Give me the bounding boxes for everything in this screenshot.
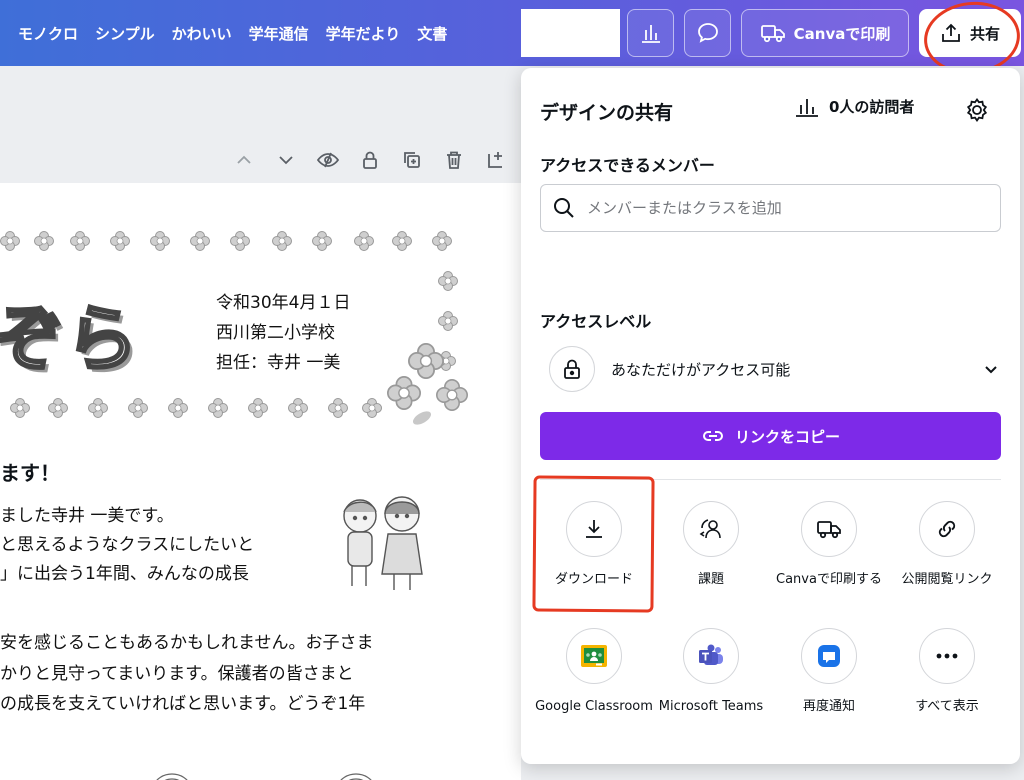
paragraph-line: 」に出会う1年間、みんなの成長 [0, 564, 249, 584]
truck-icon [817, 521, 841, 539]
truck-icon [760, 25, 785, 43]
greeting-heading: ます！ [0, 461, 60, 485]
member-search-input[interactable] [587, 199, 967, 217]
nav-item-simple[interactable]: シンプル [95, 23, 155, 44]
chevron-down-icon[interactable] [274, 148, 298, 172]
template-category-nav: モノクロ シンプル かわいい 学年通信 学年だより 文書 [18, 0, 464, 66]
newsletter-title: ぞら [0, 296, 141, 383]
lock-icon-circle [549, 346, 595, 392]
option-label: すべて表示 [915, 699, 979, 714]
insights-button[interactable] [627, 9, 674, 57]
option-microsoft-teams[interactable]: Microsoft Teams [652, 628, 770, 716]
option-google-classroom[interactable]: Google Classroom [535, 628, 653, 716]
option-public-view-link[interactable]: 公開閲覧リンク [888, 501, 1006, 589]
visitor-count[interactable]: 0人の訪問者 [795, 96, 914, 117]
microsoft-teams-icon [699, 644, 723, 665]
copy-link-button[interactable]: リンクをコピー [540, 412, 1001, 460]
document-page[interactable]: ぞら 令和30年4月１日 西川第二小学校 担任：寺井 一美 ます！ ました寺井 … [0, 183, 521, 780]
access-level-value: あなただけがアクセス可能 [611, 360, 791, 379]
more-icon-circle [919, 628, 975, 684]
microsoft-teams-icon-circle [683, 628, 739, 684]
link-icon [703, 431, 723, 441]
bar-chart-icon [641, 25, 660, 43]
assignment-icon [699, 519, 721, 539]
info-date: 令和30年4月１日 [216, 293, 351, 313]
paragraph-line: かりと見守ってまいります。保護者の皆さまと [0, 664, 354, 684]
chevron-down-icon [985, 366, 997, 374]
paragraph-line: ました寺井 一美です。 [0, 506, 174, 526]
gear-icon[interactable] [964, 97, 990, 123]
copy-link-label: リンクをコピー [734, 427, 840, 446]
comment-icon [697, 23, 718, 43]
access-level-select[interactable]: あなただけがアクセス可能 [549, 346, 1001, 392]
option-label: Google Classroom [535, 699, 653, 714]
trash-icon[interactable] [442, 148, 466, 172]
link-icon [938, 520, 956, 538]
download-highlight-box [532, 475, 655, 613]
chevron-up-icon[interactable] [232, 148, 256, 172]
duplicate-icon[interactable] [400, 148, 424, 172]
truck-icon-circle [801, 501, 857, 557]
search-icon [554, 198, 574, 218]
print-with-canva-button[interactable]: Canvaで印刷 [741, 9, 909, 57]
share-panel-title: デザインの共有 [540, 102, 674, 124]
upload-icon [942, 23, 960, 42]
nav-item-document[interactable]: 文書 [417, 23, 447, 44]
add-page-icon[interactable] [484, 148, 508, 172]
page-toolbar [232, 148, 508, 172]
option-label: 課題 [697, 572, 724, 587]
access-members-label: アクセスできるメンバー [540, 156, 715, 175]
nav-item-grade-news[interactable]: 学年通信 [249, 23, 309, 44]
hide-icon[interactable] [316, 148, 340, 172]
option-print-with-canva[interactable]: Canvaで印刷する [770, 501, 888, 589]
paragraph-line: 安を感じることもあるかもしれません。お子さま [0, 633, 374, 653]
comment-button[interactable] [684, 9, 731, 57]
google-classroom-icon-circle [566, 628, 622, 684]
share-button[interactable]: 共有 [919, 9, 1021, 57]
info-teacher: 担任：寺井 一美 [216, 353, 341, 373]
paragraph-line: と思えるようなクラスにしたいと [0, 535, 255, 555]
lock-icon [564, 359, 580, 379]
option-show-all[interactable]: すべて表示 [888, 628, 1006, 716]
option-assignment[interactable]: 課題 [652, 501, 770, 589]
member-search[interactable] [540, 184, 1001, 232]
notify-icon [818, 645, 840, 667]
info-school: 西川第二小学校 [216, 323, 335, 343]
assignment-icon-circle [683, 501, 739, 557]
option-label: 再度通知 [802, 699, 855, 714]
more-icon [936, 653, 958, 659]
print-label: Canvaで印刷 [793, 24, 891, 43]
top-bar: モノクロ シンプル かわいい 学年通信 学年だより 文書 Canvaで印刷 共有 [0, 0, 1024, 79]
google-classroom-icon [581, 645, 607, 667]
option-label: 公開閲覧リンク [901, 572, 993, 587]
redacted-area [521, 9, 620, 57]
paragraph-line: の成長を支えていければと思います。どうぞ1年 [0, 694, 366, 714]
bar-chart-icon [796, 98, 818, 117]
option-label: Microsoft Teams [658, 699, 764, 714]
nav-item-cute[interactable]: かわいい [172, 23, 232, 44]
children-illustration [343, 496, 423, 590]
share-panel: デザインの共有 0人の訪問者 アクセスできるメンバー アクセスレベル あなただけ… [521, 68, 1020, 764]
option-label: Canvaで印刷する [776, 572, 882, 587]
notify-icon-circle [801, 628, 857, 684]
nav-item-grade-letter[interactable]: 学年だより [326, 23, 401, 44]
decorative-ornament [156, 773, 372, 780]
nav-item-monochrome[interactable]: モノクロ [18, 23, 78, 44]
visitor-count-label: 0人の訪問者 [829, 98, 915, 116]
access-level-label: アクセスレベル [540, 312, 652, 331]
option-notify-again[interactable]: 再度通知 [770, 628, 888, 716]
lock-icon[interactable] [358, 148, 382, 172]
link-icon-circle [919, 501, 975, 557]
share-label: 共有 [969, 24, 1000, 43]
document-info: 令和30年4月１日 西川第二小学校 担任：寺井 一美 [216, 288, 350, 378]
